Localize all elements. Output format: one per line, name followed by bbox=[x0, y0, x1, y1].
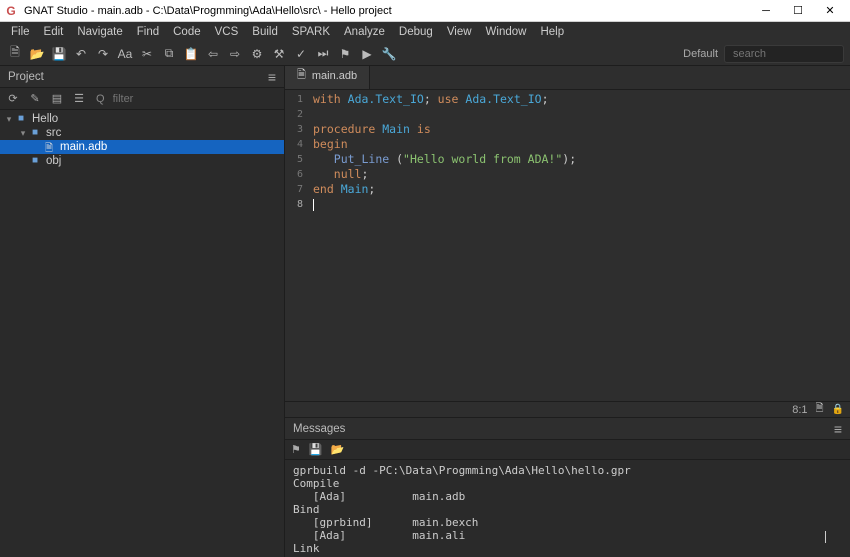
minimize-button[interactable]: ─ bbox=[750, 5, 782, 17]
menu-spark[interactable]: SPARK bbox=[285, 24, 337, 40]
folder-icon: ■ bbox=[28, 155, 42, 167]
save-messages-icon[interactable]: 💾 bbox=[309, 443, 323, 456]
menu-view[interactable]: View bbox=[440, 24, 479, 40]
project-panel-title: Project bbox=[8, 71, 44, 83]
folder-icon: ■ bbox=[14, 113, 28, 125]
tree-label: obj bbox=[46, 155, 61, 167]
code-editor[interactable]: 1 2 3 4 5 6 7 8 with Ada.Text_IO; use Ad… bbox=[285, 90, 850, 401]
build-check-icon[interactable]: ✓ bbox=[292, 45, 310, 63]
toolbar-preset-label[interactable]: Default bbox=[683, 48, 718, 60]
code-content[interactable]: with Ada.Text_IO; use Ada.Text_IO; proce… bbox=[307, 90, 850, 401]
menu-vcs[interactable]: VCS bbox=[208, 24, 246, 40]
text-cursor bbox=[313, 199, 314, 211]
caret-icon[interactable]: ▾ bbox=[4, 114, 14, 125]
editor-tabs: 🗎 main.adb bbox=[285, 66, 850, 90]
undo-icon[interactable]: ↶ bbox=[72, 45, 90, 63]
case-sensitive-icon[interactable]: Aa bbox=[116, 45, 134, 63]
messages-output[interactable]: gprbuild -d -PC:\Data\Progmming\Ada\Hell… bbox=[285, 460, 850, 557]
panel-menu-icon[interactable]: ≡ bbox=[268, 69, 276, 85]
messages-cursor bbox=[825, 531, 826, 543]
export-messages-icon[interactable]: 📂 bbox=[331, 443, 345, 456]
cut-icon[interactable]: ✂ bbox=[138, 45, 156, 63]
file-icon: 🗎 bbox=[297, 66, 306, 85]
menu-code[interactable]: Code bbox=[166, 24, 208, 40]
line-gutter: 1 2 3 4 5 6 7 8 bbox=[285, 90, 307, 401]
titlebar: G GNAT Studio - main.adb - C:\Data\Progm… bbox=[0, 0, 850, 22]
omni-search-input[interactable] bbox=[724, 45, 844, 63]
tree-row-main-adb[interactable]: 🗎 main.adb bbox=[0, 140, 284, 154]
editor-tab-label: main.adb bbox=[312, 70, 357, 82]
cursor-position: 8:1 bbox=[792, 404, 807, 416]
tree-row-src[interactable]: ▾ ■ src bbox=[0, 126, 284, 140]
menu-edit[interactable]: Edit bbox=[37, 24, 71, 40]
menu-file[interactable]: File bbox=[4, 24, 37, 40]
maximize-button[interactable]: ☐ bbox=[782, 4, 814, 17]
menu-build[interactable]: Build bbox=[245, 24, 285, 40]
file-icon: 🗎 bbox=[42, 141, 56, 153]
menu-window[interactable]: Window bbox=[479, 24, 534, 40]
panel-menu-icon[interactable]: ≡ bbox=[834, 421, 842, 437]
open-folder-icon[interactable]: 📂 bbox=[28, 45, 46, 63]
tree-label: main.adb bbox=[60, 141, 107, 153]
editor-statusbar: 8:1 🗎 🔒 bbox=[285, 401, 850, 417]
project-toolbar: ⟳ ✎ ▤ ☰ Q bbox=[0, 88, 284, 110]
nav-back-icon[interactable]: ⇦ bbox=[204, 45, 222, 63]
copy-icon[interactable]: ⧉ bbox=[160, 45, 178, 63]
messages-panel: Messages ≡ ⚑ 💾 📂 gprbuild -d -PC:\Data\P… bbox=[285, 417, 850, 557]
status-lock-icon[interactable]: 🔒 bbox=[832, 404, 844, 415]
refresh-icon[interactable]: ⟳ bbox=[4, 90, 22, 108]
messages-panel-title: Messages bbox=[293, 423, 345, 435]
status-file-icon[interactable]: 🗎 bbox=[816, 401, 824, 418]
menu-debug[interactable]: Debug bbox=[392, 24, 440, 40]
project-panel-header: Project ≡ bbox=[0, 66, 284, 88]
tree-label: src bbox=[46, 127, 61, 139]
edit-project-icon[interactable]: ✎ bbox=[26, 90, 44, 108]
paste-icon[interactable]: 📋 bbox=[182, 45, 200, 63]
project-filter-input[interactable] bbox=[109, 92, 280, 106]
save-icon[interactable]: 💾 bbox=[50, 45, 68, 63]
build-all-icon[interactable]: ⚙ bbox=[248, 45, 266, 63]
filter-prefix-icon: Q bbox=[96, 93, 105, 105]
tree-label: Hello bbox=[32, 113, 58, 125]
project-sidebar: Project ≡ ⟳ ✎ ▤ ☰ Q ▾ ■ Hello ▾ ■ src bbox=[0, 66, 285, 557]
caret-icon[interactable]: ▾ bbox=[18, 128, 28, 139]
tree-row-hello[interactable]: ▾ ■ Hello bbox=[0, 112, 284, 126]
tree-view-icon[interactable]: ☰ bbox=[70, 90, 88, 108]
close-button[interactable]: ✕ bbox=[814, 4, 846, 17]
menubar: File Edit Navigate Find Code VCS Build S… bbox=[0, 22, 850, 42]
toolbar: 🗎 📂 💾 ↶ ↷ Aa ✂ ⧉ 📋 ⇦ ⇨ ⚙ ⚒ ✓ ⏭ ⚑ ▶ 🔧 Def… bbox=[0, 42, 850, 66]
inspect-icon[interactable]: 🔧 bbox=[380, 45, 398, 63]
flat-view-icon[interactable]: ▤ bbox=[48, 90, 66, 108]
messages-panel-header: Messages ≡ bbox=[285, 418, 850, 440]
build-clean-icon[interactable]: ⚒ bbox=[270, 45, 288, 63]
redo-icon[interactable]: ↷ bbox=[94, 45, 112, 63]
messages-toolbar: ⚑ 💾 📂 bbox=[285, 440, 850, 460]
menu-navigate[interactable]: Navigate bbox=[70, 24, 129, 40]
clear-messages-icon[interactable]: ⚑ bbox=[291, 443, 301, 456]
tree-row-obj[interactable]: ■ obj bbox=[0, 154, 284, 168]
window-title: GNAT Studio - main.adb - C:\Data\Progmmi… bbox=[24, 5, 750, 17]
nav-forward-icon[interactable]: ⇨ bbox=[226, 45, 244, 63]
step-over-icon[interactable]: ⏭ bbox=[314, 45, 332, 63]
debug-config-icon[interactable]: ⚑ bbox=[336, 45, 354, 63]
run-icon[interactable]: ▶ bbox=[358, 45, 376, 63]
app-logo-icon: G bbox=[4, 4, 18, 18]
menu-find[interactable]: Find bbox=[130, 24, 166, 40]
menu-analyze[interactable]: Analyze bbox=[337, 24, 392, 40]
folder-icon: ■ bbox=[28, 127, 42, 139]
new-file-icon[interactable]: 🗎 bbox=[6, 45, 24, 63]
editor-tab-main-adb[interactable]: 🗎 main.adb bbox=[285, 66, 370, 89]
project-tree: ▾ ■ Hello ▾ ■ src 🗎 main.adb ■ obj bbox=[0, 110, 284, 557]
menu-help[interactable]: Help bbox=[533, 24, 571, 40]
editor-area: 🗎 main.adb 1 2 3 4 5 6 7 8 with Ada.Text… bbox=[285, 66, 850, 557]
